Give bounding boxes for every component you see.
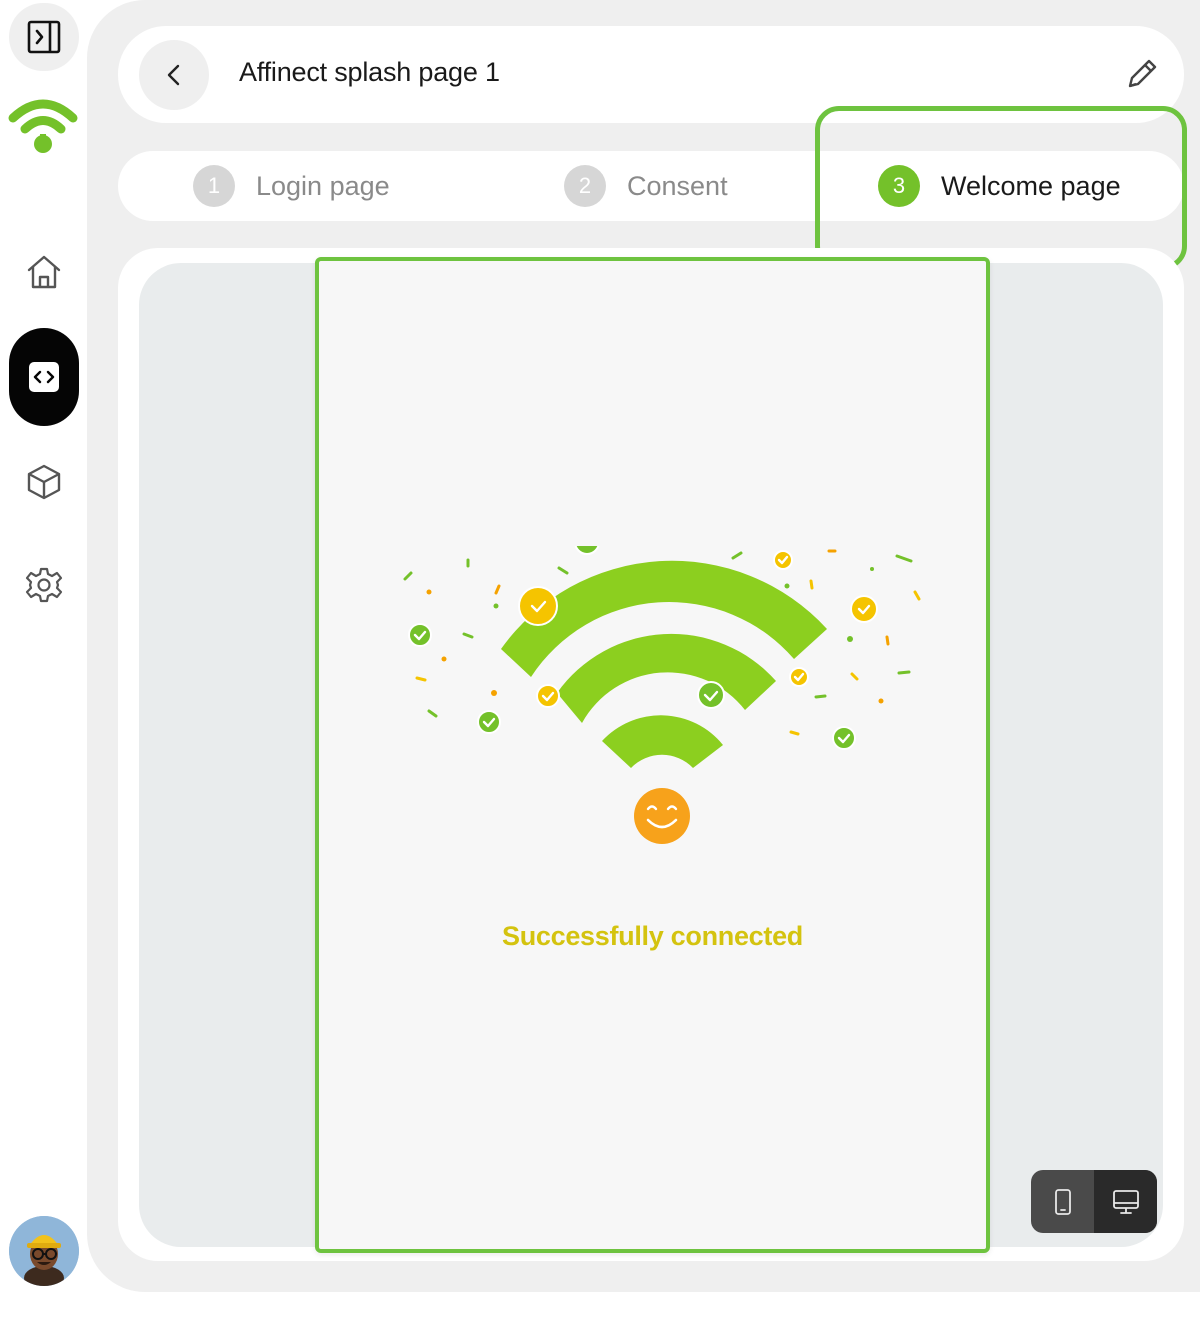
step-label: Welcome page — [941, 170, 1121, 201]
splash-page-preview[interactable]: Successfully connected — [315, 257, 990, 1253]
tab-login-page[interactable]: 1 Login page — [193, 165, 390, 207]
success-message: Successfully connected — [501, 921, 803, 951]
desktop-icon — [1112, 1189, 1139, 1214]
sidebar-item-home[interactable] — [9, 237, 79, 307]
wifi-logo[interactable] — [8, 92, 78, 158]
step-label: Login page — [256, 170, 390, 201]
avatar[interactable] — [9, 1216, 79, 1286]
chevron-left-icon — [167, 64, 180, 86]
sidebar-toggle-button[interactable] — [9, 3, 79, 71]
mobile-icon — [1054, 1188, 1071, 1215]
pencil-icon — [1128, 59, 1157, 88]
wifi-logo-icon — [8, 99, 78, 153]
back-button[interactable] — [139, 40, 209, 110]
wifi-success-illustration — [403, 546, 921, 844]
step-number: 2 — [564, 165, 606, 207]
mobile-view-button[interactable] — [1031, 1170, 1094, 1233]
desktop-view-button[interactable] — [1094, 1170, 1157, 1233]
step-tabs: 1 Login page 2 Consent 3 Welcome page — [118, 151, 1184, 221]
step-number: 3 — [878, 165, 920, 207]
sidebar — [0, 0, 88, 1319]
tab-consent[interactable]: 2 Consent — [564, 165, 728, 207]
app-root: Affinect splash page 1 1 Login page 2 Co… — [0, 0, 1200, 1319]
gear-icon — [25, 567, 63, 603]
sidebar-item-settings[interactable] — [9, 550, 79, 620]
code-icon — [29, 362, 59, 392]
home-icon — [27, 255, 61, 289]
sidebar-item-code[interactable] — [9, 328, 79, 426]
sidebar-item-packages[interactable] — [9, 447, 79, 517]
header-bar: Affinect splash page 1 — [118, 26, 1184, 123]
sidebar-toggle-icon — [27, 20, 61, 54]
page-title: Affinect splash page 1 — [239, 57, 500, 87]
tab-welcome-page[interactable]: 3 Welcome page — [878, 165, 1121, 207]
avatar-image — [9, 1216, 79, 1286]
step-number: 1 — [193, 165, 235, 207]
step-label: Consent — [627, 170, 728, 201]
edit-button[interactable] — [1122, 54, 1162, 94]
device-toggle — [1031, 1170, 1157, 1233]
cube-icon — [27, 464, 61, 500]
